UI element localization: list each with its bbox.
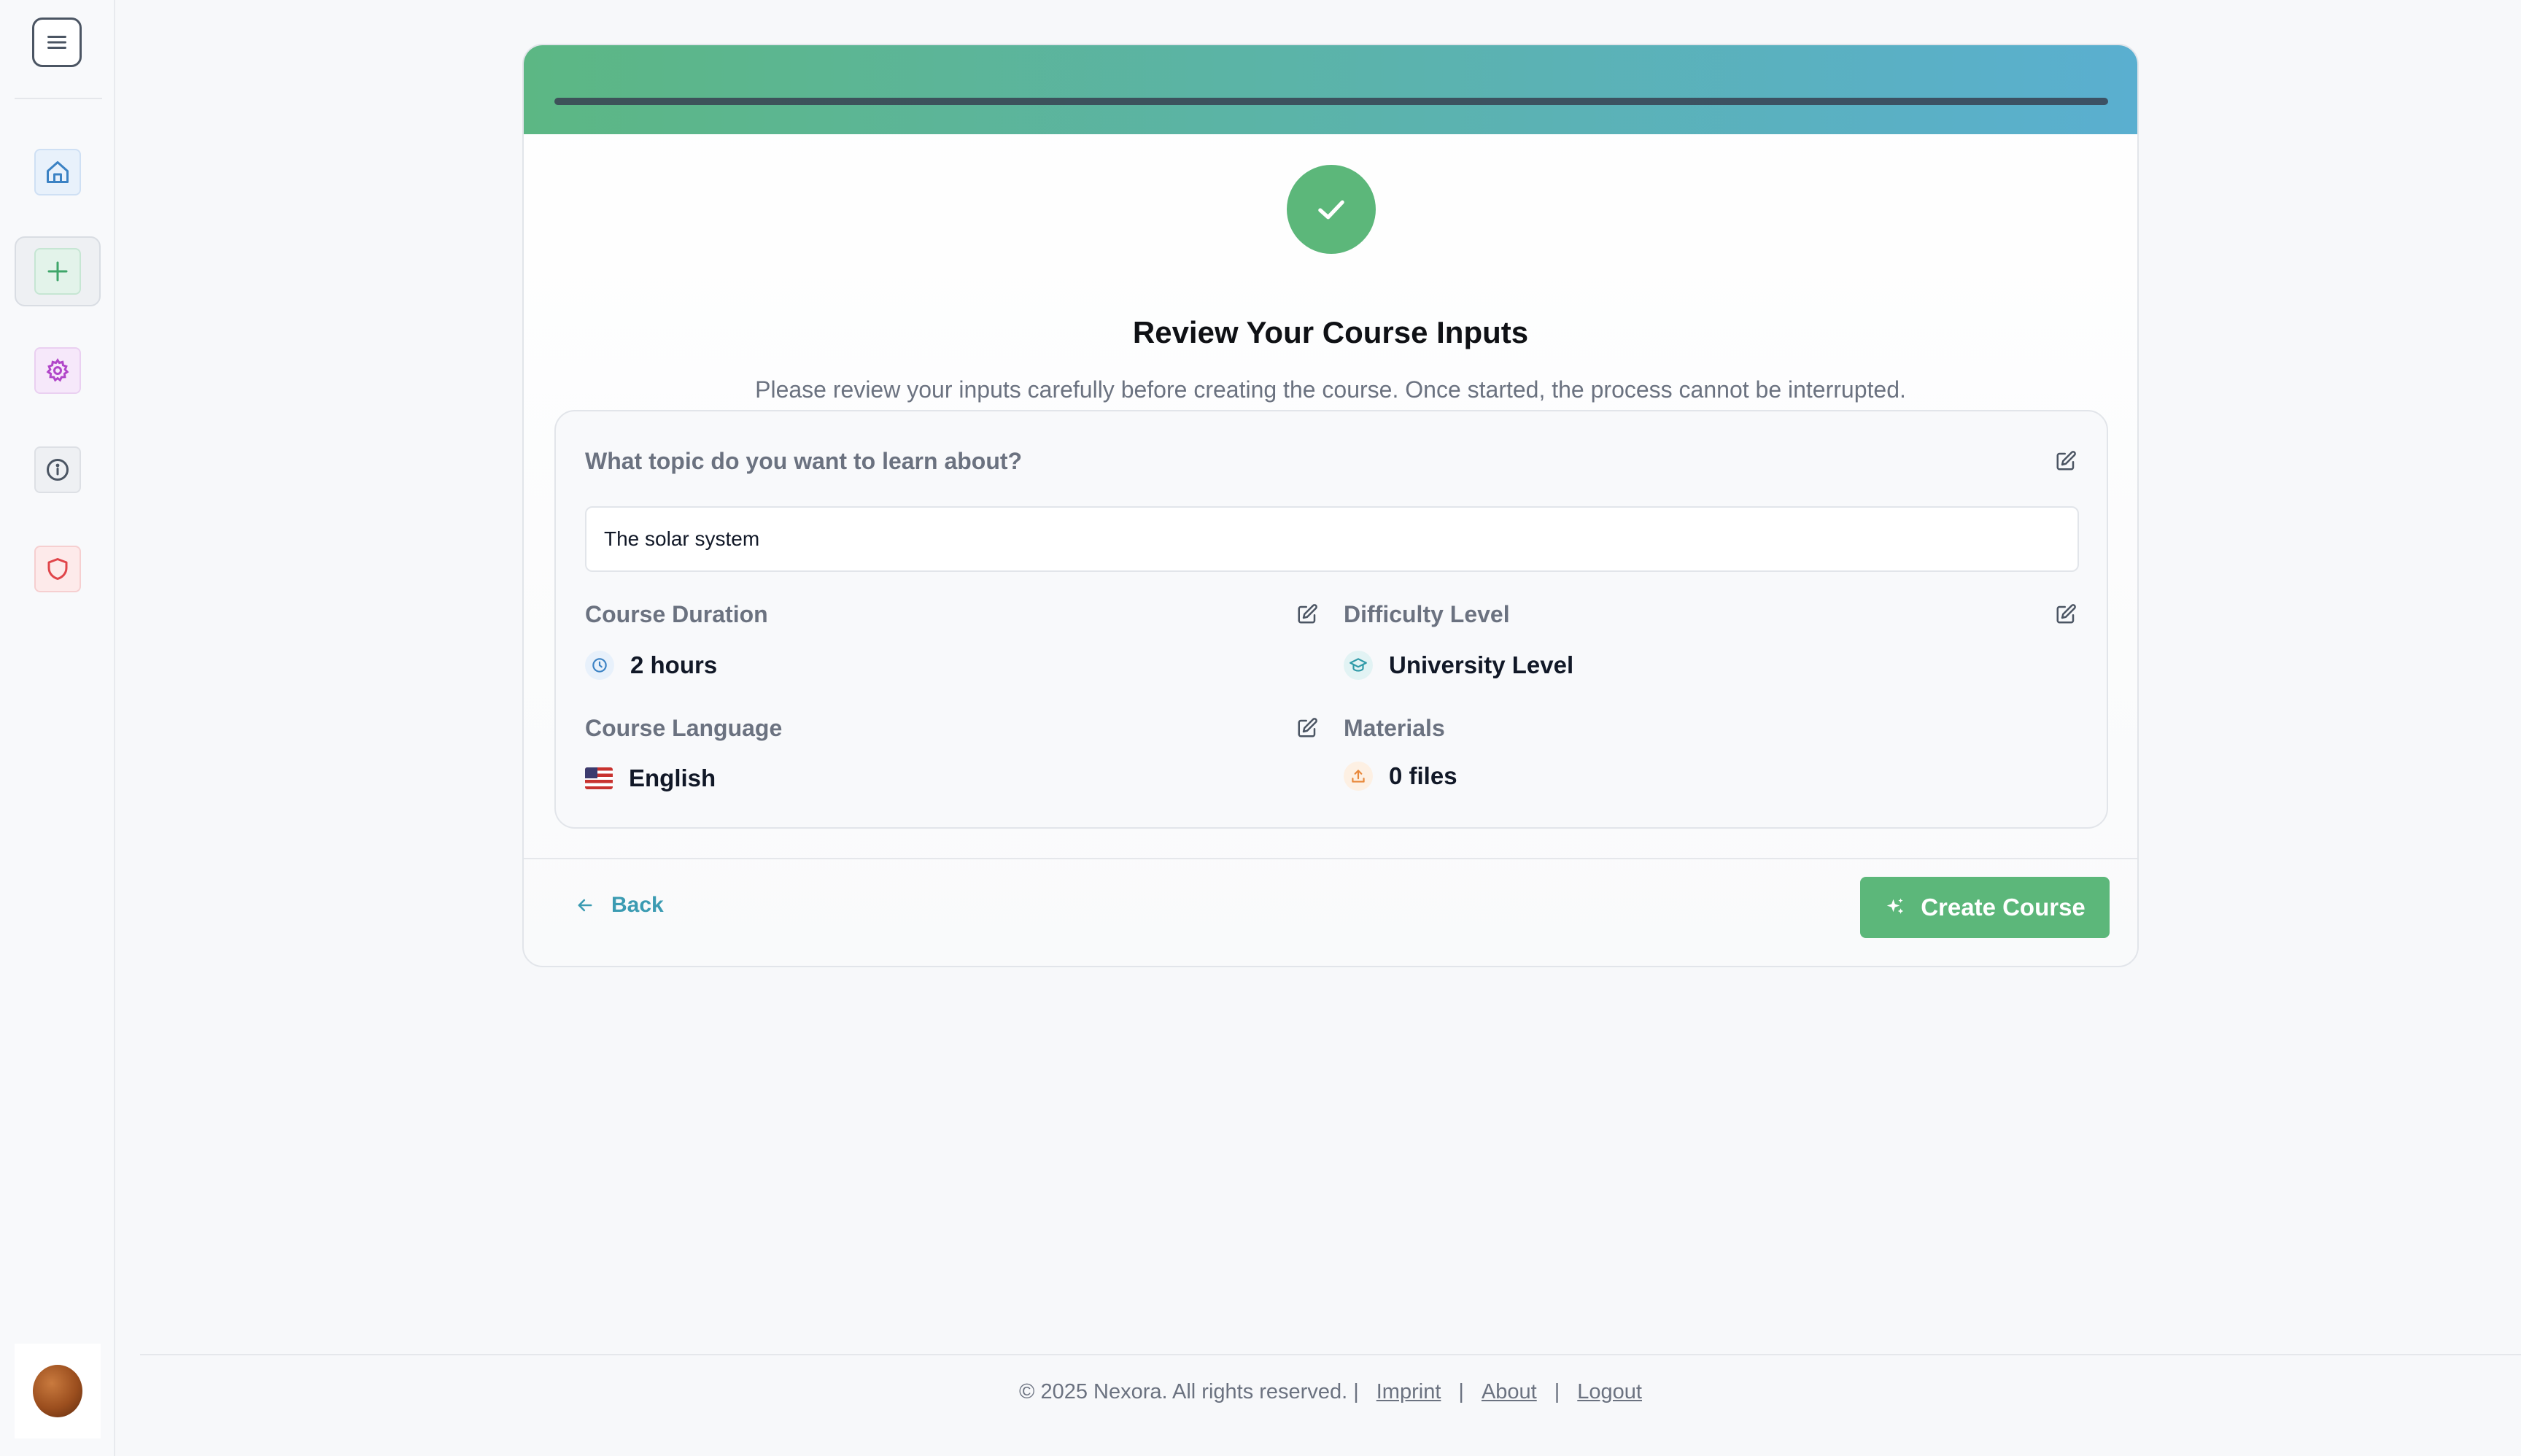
- card-footer-divider: [524, 858, 2137, 859]
- duration-value-row: 2 hours: [585, 651, 717, 680]
- progress-bar: [554, 98, 2108, 105]
- upload-icon: [1344, 762, 1373, 791]
- language-label: Course Language: [585, 715, 783, 741]
- page-footer: © 2025 Nexora. All rights reserved. | Im…: [0, 1380, 2521, 1404]
- materials-label: Materials: [1344, 715, 1445, 741]
- edit-icon: [2056, 604, 2076, 624]
- edit-duration-button[interactable]: [1296, 603, 1319, 626]
- clock-icon: [585, 651, 614, 680]
- plus-icon: [47, 261, 68, 282]
- page-title: Review Your Course Inputs: [1132, 315, 1529, 349]
- back-button[interactable]: Back: [575, 893, 664, 918]
- menu-toggle-button[interactable]: [32, 18, 82, 67]
- duration-value: 2 hours: [630, 651, 718, 678]
- inputs-summary-panel: What topic do you want to learn about? C…: [554, 410, 2108, 829]
- topic-label: What topic do you want to learn about?: [585, 448, 1023, 474]
- materials-value-row: 0 files: [1344, 762, 1457, 791]
- page-footer-divider: [140, 1354, 2521, 1355]
- card-banner: [524, 45, 2137, 134]
- gear-icon: [46, 357, 69, 382]
- page-subtitle: Please review your inputs carefully befo…: [755, 376, 1906, 403]
- graduation-cap-icon: [1344, 651, 1373, 680]
- checkmark-icon: [1318, 200, 1344, 220]
- materials-value: 0 files: [1389, 762, 1457, 789]
- about-link[interactable]: About: [1482, 1380, 1537, 1404]
- home-icon: [47, 161, 69, 183]
- logout-link[interactable]: Logout: [1577, 1380, 1642, 1404]
- sidebar: [0, 0, 115, 1456]
- success-check-badge: [1287, 165, 1376, 254]
- sidebar-item-create[interactable]: [15, 236, 101, 306]
- difficulty-value: University Level: [1389, 651, 1574, 678]
- sidebar-item-info[interactable]: [15, 435, 101, 505]
- topic-input[interactable]: [585, 506, 2079, 572]
- sidebar-item-privacy[interactable]: [15, 534, 101, 604]
- shield-icon: [47, 558, 68, 580]
- copyright-text: © 2025 Nexora. All rights reserved. |: [1019, 1380, 1359, 1403]
- hamburger-icon: [47, 36, 66, 49]
- edit-icon: [2056, 451, 2076, 471]
- imprint-link[interactable]: Imprint: [1376, 1380, 1441, 1404]
- arrow-left-icon: [578, 899, 592, 912]
- edit-icon: [1298, 718, 1317, 737]
- difficulty-label: Difficulty Level: [1344, 601, 1510, 627]
- review-card: Review Your Course Inputs Please review …: [522, 44, 2139, 967]
- duration-label: Course Duration: [585, 601, 768, 627]
- edit-topic-button[interactable]: [2054, 449, 2077, 473]
- edit-language-button[interactable]: [1296, 716, 1319, 740]
- footer-separator: |: [1554, 1380, 1560, 1403]
- edit-difficulty-button[interactable]: [2054, 603, 2077, 626]
- footer-separator: |: [1458, 1380, 1464, 1403]
- sidebar-item-settings[interactable]: [15, 336, 101, 406]
- language-value: English: [629, 764, 716, 791]
- info-icon: [47, 459, 69, 481]
- us-flag-icon: [585, 767, 613, 789]
- create-course-label: Create Course: [1921, 894, 2086, 921]
- create-course-button[interactable]: Create Course: [1860, 877, 2110, 938]
- language-value-row: English: [585, 764, 716, 792]
- back-button-label: Back: [611, 893, 664, 917]
- sparkles-icon: [1886, 898, 1904, 914]
- edit-icon: [1298, 604, 1317, 624]
- sidebar-item-home[interactable]: [15, 137, 101, 207]
- sidebar-divider: [15, 98, 102, 99]
- difficulty-value-row: University Level: [1344, 651, 1573, 680]
